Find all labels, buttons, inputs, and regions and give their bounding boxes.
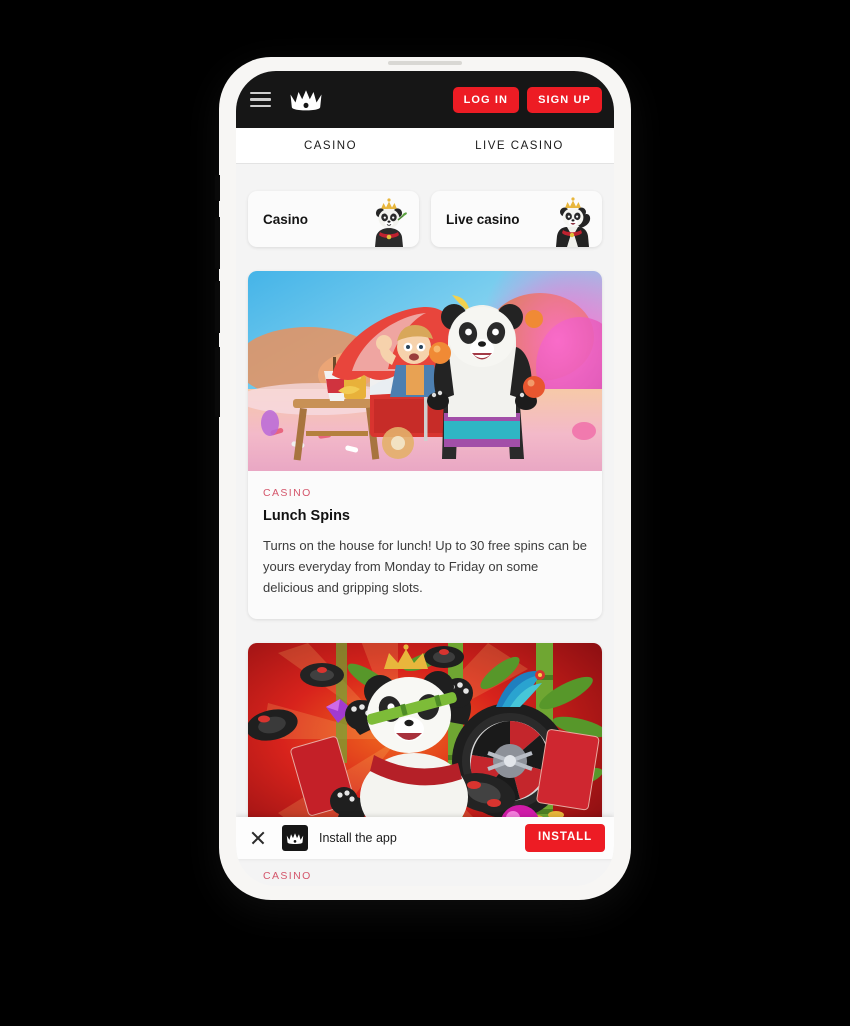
phone-volume-down-button[interactable] — [215, 281, 220, 333]
tab-casino[interactable]: CASINO — [236, 128, 425, 163]
quick-link-casino[interactable]: Casino — [248, 191, 419, 247]
promo-kicker: CASINO — [263, 487, 312, 499]
install-button[interactable]: INSTALL — [525, 824, 605, 852]
phone-device-frame: LOG IN SIGN UP CASINO LIVE CASINO Casino — [215, 57, 631, 900]
section-tabbar: CASINO LIVE CASINO — [236, 128, 614, 164]
hamburger-menu-icon[interactable] — [250, 92, 271, 107]
page-content: Casino Live casino CASINO Lunch Spins Tu… — [236, 164, 614, 886]
quick-link-live-casino[interactable]: Live casino — [431, 191, 602, 247]
tab-live-casino[interactable]: LIVE CASINO — [425, 128, 614, 163]
promo-description: Turns on the house for lunch! Up to 30 f… — [263, 538, 587, 596]
crown-app-icon — [282, 825, 308, 851]
panda-dealer-icon — [556, 197, 591, 247]
phone-volume-up-button[interactable] — [215, 217, 220, 269]
promo-image-panda-bamboo — [248, 642, 602, 843]
crown-logo-icon[interactable] — [289, 89, 323, 111]
signup-button[interactable]: SIGN UP — [527, 86, 602, 113]
promo-title: Lunch Spins — [263, 508, 350, 524]
close-icon[interactable] — [250, 830, 266, 846]
install-banner-label: Install the app — [319, 831, 397, 845]
promo-card[interactable] — [248, 642, 602, 843]
quick-links-row: Casino Live casino — [248, 164, 602, 247]
quick-link-casino-label: Casino — [263, 211, 309, 227]
screenshot-stage: LOG IN SIGN UP CASINO LIVE CASINO Casino — [0, 0, 850, 1026]
phone-screen: LOG IN SIGN UP CASINO LIVE CASINO Casino — [236, 71, 614, 886]
app-header: LOG IN SIGN UP — [236, 71, 614, 128]
promo-card[interactable]: CASINO Lunch Spins Turns on the house fo… — [248, 271, 602, 619]
quick-link-live-casino-label: Live casino — [446, 211, 520, 227]
promo-kicker-clipped: CASINO — [263, 870, 312, 882]
phone-silent-switch[interactable] — [215, 175, 220, 201]
promo-image-lunch-spins — [248, 271, 602, 471]
phone-earpiece — [388, 61, 462, 65]
install-app-banner: Install the app INSTALL — [236, 817, 614, 859]
phone-power-button[interactable] — [215, 347, 220, 417]
panda-king-icon — [375, 198, 407, 247]
promo-card-body: CASINO Lunch Spins Turns on the house fo… — [248, 471, 602, 619]
login-button[interactable]: LOG IN — [452, 86, 520, 113]
